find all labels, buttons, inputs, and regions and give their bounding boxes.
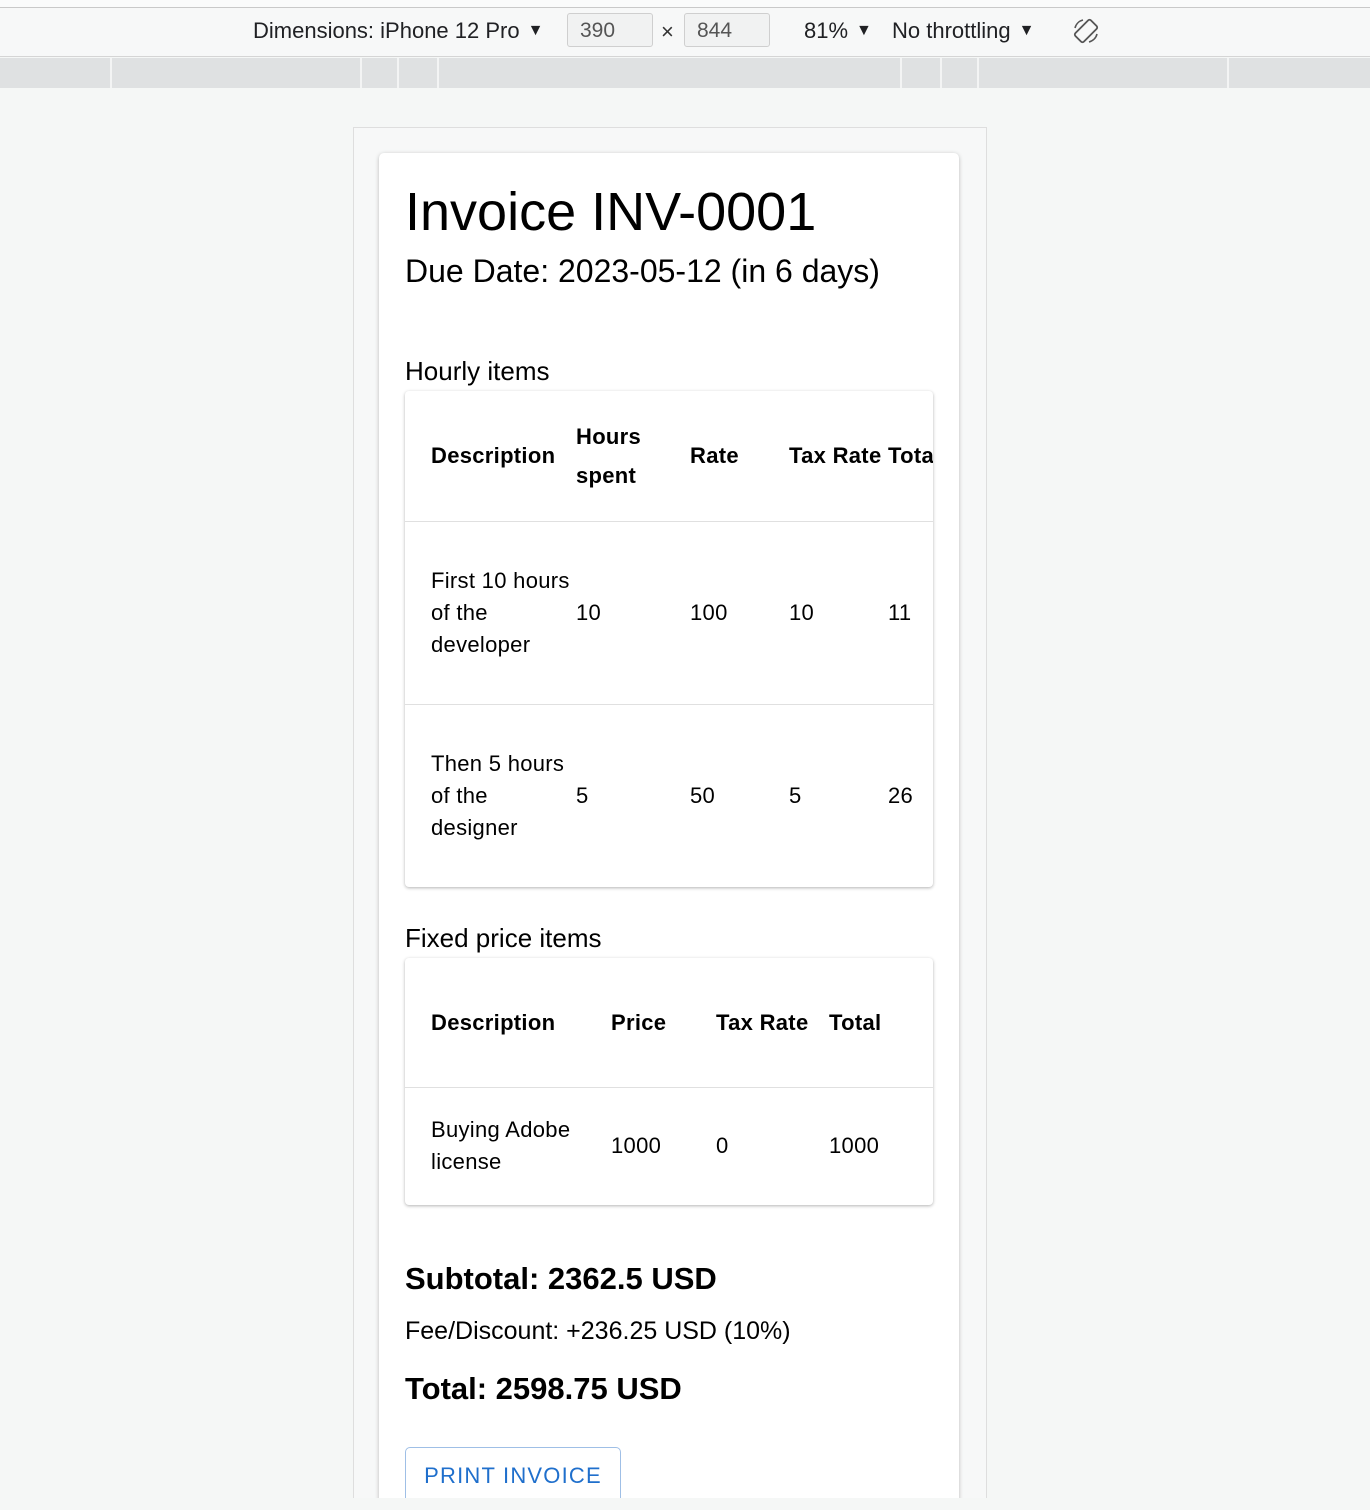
price-cell: 1000 — [611, 1133, 662, 1159]
grand-total: Total: 2598.75 USD — [405, 1371, 682, 1406]
times-icon: × — [661, 19, 674, 44]
column-header: Rate — [690, 391, 789, 522]
table-row: Buying Adobe license 1000 0 1000 — [405, 1087, 933, 1205]
height-input[interactable]: 844 — [684, 13, 770, 47]
column-header: Total — [829, 958, 933, 1088]
total-cell: 1000 — [829, 1133, 880, 1159]
hours-cell: 10 — [576, 521, 690, 705]
tax-rate-cell: 5 — [789, 782, 802, 808]
chevron-down-icon: ▼ — [856, 22, 872, 39]
column-header: Hours spent — [576, 391, 690, 522]
media-query-divider — [940, 58, 942, 88]
throttling-dropdown[interactable]: No throttling ▼ — [892, 18, 1034, 44]
throttling-label: No throttling — [892, 18, 1011, 43]
fixed-items-heading: Fixed price items — [405, 923, 602, 953]
width-input[interactable]: 390 — [567, 13, 653, 47]
hourly-items-heading: Hourly items — [405, 356, 550, 386]
window-top-edge — [0, 0, 1370, 8]
zoom-dropdown[interactable]: 81% ▼ — [804, 18, 872, 44]
print-invoice-button[interactable]: PRINT INVOICE — [405, 1447, 621, 1498]
table-row: First 10 hours of the developer 10 100 1… — [405, 521, 933, 705]
chevron-down-icon: ▼ — [1018, 22, 1035, 39]
device-toolbar: Dimensions: iPhone 12 Pro ▼ 390 × 844 81… — [0, 8, 1370, 57]
media-query-divider — [1227, 58, 1229, 88]
total-cell: 11 — [888, 521, 933, 705]
chevron-down-icon: ▼ — [527, 22, 544, 39]
table-header-row: Description Price Tax Rate Total — [405, 958, 933, 1088]
invoice-title: Invoice INV-0001 — [405, 182, 817, 242]
zoom-label: 81% — [804, 18, 849, 43]
device-dimensions-label: Dimensions: iPhone 12 Pro — [253, 18, 520, 43]
description-cell: Buying Adobe license — [431, 1117, 571, 1175]
column-header: Price — [611, 958, 716, 1088]
fixed-items-table: Description Price Tax Rate Total Buying … — [405, 958, 933, 1205]
invoice-card: Invoice INV-0001 Due Date: 2023-05-12 (i… — [379, 153, 959, 1498]
device-dimensions-dropdown[interactable]: Dimensions: iPhone 12 Pro ▼ — [253, 18, 543, 44]
tax-rate-cell: 0 — [716, 1133, 729, 1159]
rotate-icon[interactable] — [1072, 17, 1100, 45]
table-row: Then 5 hours of the designer 5 50 5 26 — [405, 704, 933, 887]
device-viewport: Invoice INV-0001 Due Date: 2023-05-12 (i… — [353, 127, 987, 1498]
column-header: Total — [888, 391, 933, 522]
fee-discount: Fee/Discount: +236.25 USD (10%) — [405, 1317, 791, 1345]
column-header: Tax Rate — [789, 391, 888, 522]
hourly-items-table[interactable]: Description Hours spent Rate Tax Rate To… — [405, 391, 933, 887]
media-query-bar[interactable] — [0, 58, 1370, 88]
media-query-divider — [977, 58, 979, 88]
column-header: Tax Rate — [716, 958, 829, 1088]
due-date: Due Date: 2023-05-12 (in 6 days) — [405, 253, 880, 289]
media-query-divider — [437, 58, 439, 88]
column-header: Description — [405, 391, 576, 522]
total-cell: 26 — [888, 782, 914, 808]
media-query-divider — [397, 58, 399, 88]
rate-cell: 50 — [690, 782, 716, 808]
subtotal: Subtotal: 2362.5 USD — [405, 1261, 717, 1296]
tax-rate-cell: 10 — [789, 521, 888, 705]
table-header-row: Description Hours spent Rate Tax Rate To… — [405, 391, 933, 522]
hours-cell: 5 — [576, 782, 589, 808]
description-cell: First 10 hours of the developer — [405, 521, 576, 705]
rate-cell: 100 — [690, 521, 789, 705]
description-cell: Then 5 hours of the designer — [431, 750, 565, 840]
media-query-divider — [900, 58, 902, 88]
column-header: Description — [405, 958, 611, 1088]
media-query-divider — [110, 58, 112, 88]
media-query-divider — [360, 58, 362, 88]
